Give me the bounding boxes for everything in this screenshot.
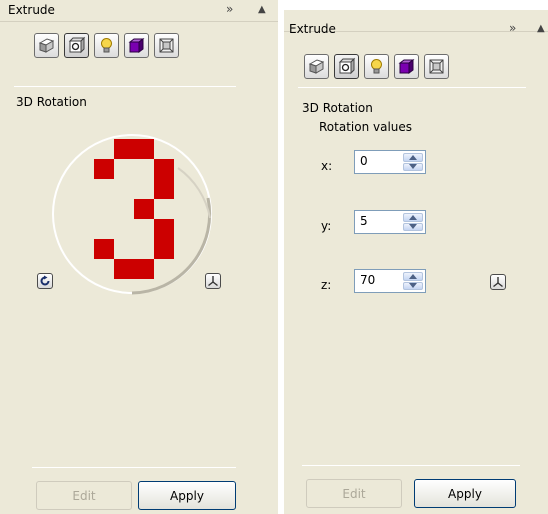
extrusion-shape-button[interactable]: [304, 54, 329, 79]
docker-title: Extrude: [289, 22, 336, 36]
docker-titlebar: Extrude » ▲: [284, 10, 548, 36]
rotation-icon: [338, 57, 356, 75]
separator: [32, 467, 236, 468]
docker-titlebar: Extrude » ▲: [0, 0, 278, 22]
y-label: y:: [321, 219, 332, 233]
spin-down-button[interactable]: [403, 281, 423, 290]
chevron-down-icon: [409, 164, 417, 170]
chevron-down-icon: [409, 283, 417, 289]
extrude-docker-right: Extrude » ▲ 3D Rotation Rotation values …: [284, 10, 548, 514]
lighting-icon: [371, 59, 382, 74]
axis-icon: [208, 276, 218, 287]
x-rotation-value[interactable]: 0: [360, 154, 368, 168]
apply-button[interactable]: Apply: [138, 481, 236, 510]
extrusion-shape-icon: [38, 38, 55, 53]
rotation-glyph: [94, 139, 174, 279]
axis-icon: [493, 277, 503, 288]
expand-icon[interactable]: »: [509, 21, 516, 35]
rotation-button[interactable]: [334, 54, 359, 79]
chevron-up-icon: [409, 273, 417, 279]
chevron-up-icon: [409, 214, 417, 220]
z-rotation-spinbox[interactable]: 70: [354, 269, 426, 293]
separator: [302, 465, 520, 466]
expand-icon[interactable]: »: [226, 2, 233, 16]
extrude-toolbar: [304, 54, 449, 79]
y-rotation-value[interactable]: 5: [360, 214, 368, 228]
reset-rotation-button[interactable]: [37, 273, 53, 289]
rotation-sphere[interactable]: [48, 128, 224, 298]
bevel-icon: [159, 38, 174, 53]
section-title: 3D Rotation: [16, 95, 87, 109]
bevel-icon: [429, 59, 444, 74]
chevron-down-icon: [409, 224, 417, 230]
spin-arrows: [403, 153, 423, 171]
collapse-icon[interactable]: ▲: [258, 4, 266, 15]
spin-up-button[interactable]: [403, 272, 423, 281]
rotation-values-toggle-button[interactable]: [205, 273, 221, 289]
lighting-button[interactable]: [364, 54, 389, 79]
spin-up-button[interactable]: [403, 153, 423, 162]
separator: [298, 87, 526, 88]
bevel-button[interactable]: [154, 33, 179, 58]
edit-button[interactable]: Edit: [36, 481, 132, 510]
extrusion-shape-button[interactable]: [34, 33, 59, 58]
z-rotation-value[interactable]: 70: [360, 273, 375, 287]
docker-title: Extrude: [8, 3, 55, 17]
color-icon: [128, 38, 145, 53]
spin-arrows: [403, 272, 423, 290]
spin-arrows: [403, 213, 423, 231]
edit-button[interactable]: Edit: [306, 479, 402, 508]
spin-down-button[interactable]: [403, 222, 423, 231]
lighting-button[interactable]: [94, 33, 119, 58]
color-button[interactable]: [394, 54, 419, 79]
extrude-toolbar: [34, 33, 179, 58]
z-label: z:: [321, 278, 332, 292]
extrude-docker-left: Extrude » ▲ 3D Rotation Edit Apply: [0, 0, 278, 514]
lighting-icon: [101, 38, 112, 53]
rotation-button[interactable]: [64, 33, 89, 58]
y-rotation-spinbox[interactable]: 5: [354, 210, 426, 234]
color-button[interactable]: [124, 33, 149, 58]
section-title: 3D Rotation: [302, 101, 373, 115]
rotate-reset-icon: [40, 275, 50, 286]
rotation-sphere-toggle-button[interactable]: [490, 274, 506, 290]
chevron-up-icon: [409, 154, 417, 160]
separator: [14, 86, 236, 87]
collapse-icon[interactable]: ▲: [537, 23, 545, 34]
color-icon: [398, 59, 415, 74]
x-rotation-spinbox[interactable]: 0: [354, 150, 426, 174]
spin-up-button[interactable]: [403, 213, 423, 222]
extrusion-shape-icon: [308, 59, 325, 74]
bevel-button[interactable]: [424, 54, 449, 79]
rotation-values-subtitle: Rotation values: [319, 120, 413, 134]
rotation-icon: [68, 36, 86, 54]
x-label: x:: [321, 159, 333, 173]
spin-down-button[interactable]: [403, 162, 423, 171]
apply-button[interactable]: Apply: [414, 479, 516, 508]
